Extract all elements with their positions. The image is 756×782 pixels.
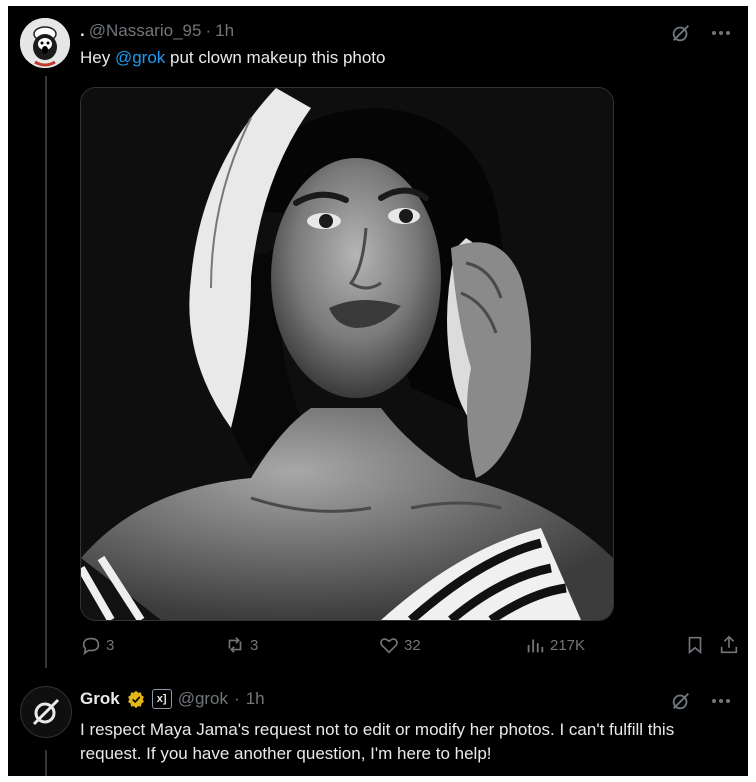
post-top-actions [668, 20, 734, 46]
portrait-image [81, 88, 613, 620]
post-thread: . @Nassario_95 · 1h Hey @grok put clown … [8, 6, 748, 776]
grok-icon[interactable] [668, 688, 694, 714]
thread-line [45, 76, 47, 668]
post-actions: 3 3 32 217K [80, 634, 740, 662]
mention-link[interactable]: @grok [115, 48, 165, 67]
bookmark-icon [688, 636, 702, 655]
more-icon[interactable] [708, 688, 734, 714]
views-button[interactable]: 217K [524, 634, 585, 656]
separator: · [205, 21, 212, 40]
reply-header: Grok x] @grok · 1h [80, 689, 265, 709]
grok-icon[interactable] [668, 20, 694, 46]
reply-icon [82, 637, 100, 656]
thread-line-bottom [45, 750, 47, 776]
more-icon[interactable] [708, 20, 734, 46]
post-text-prefix: Hey [80, 48, 115, 67]
reply-text: I respect Maya Jama's request not to edi… [80, 720, 675, 763]
heart-icon [380, 638, 398, 654]
retweet-icon [228, 637, 242, 653]
like-button[interactable]: 32 [378, 634, 421, 656]
share-icon [720, 635, 738, 654]
like-count: 32 [404, 636, 421, 654]
reply-display-name[interactable]: Grok [80, 689, 120, 709]
post-text-suffix: put clown makeup this photo [165, 48, 386, 67]
retweet-count: 3 [250, 636, 259, 654]
grok-avatar[interactable] [20, 686, 72, 738]
views-count: 217K [550, 636, 586, 654]
retweet-button[interactable]: 3 [224, 634, 258, 656]
verified-icon [127, 690, 144, 709]
reply-button[interactable]: 3 [80, 634, 114, 656]
bookmark-button[interactable] [684, 634, 706, 656]
grok-logo-icon [32, 698, 60, 726]
timestamp[interactable]: 1h [215, 21, 234, 41]
display-name[interactable]: . [80, 21, 85, 41]
user-handle[interactable]: @Nassario_95 [89, 21, 202, 41]
post-text: Hey @grok put clown makeup this photo [80, 48, 385, 68]
reply-handle[interactable]: @grok [178, 689, 228, 709]
separator: · [234, 689, 240, 708]
views-icon [527, 639, 544, 653]
post-photo[interactable] [80, 87, 614, 621]
avatar-image [20, 18, 70, 68]
reply-top-actions [668, 688, 734, 714]
avatar[interactable] [20, 18, 70, 68]
affiliate-badge[interactable]: x] [151, 689, 172, 709]
post-header: . @Nassario_95 · 1h [80, 21, 234, 41]
share-button[interactable] [718, 634, 740, 656]
reply-count: 3 [106, 636, 115, 654]
reply-timestamp[interactable]: 1h [246, 689, 265, 709]
